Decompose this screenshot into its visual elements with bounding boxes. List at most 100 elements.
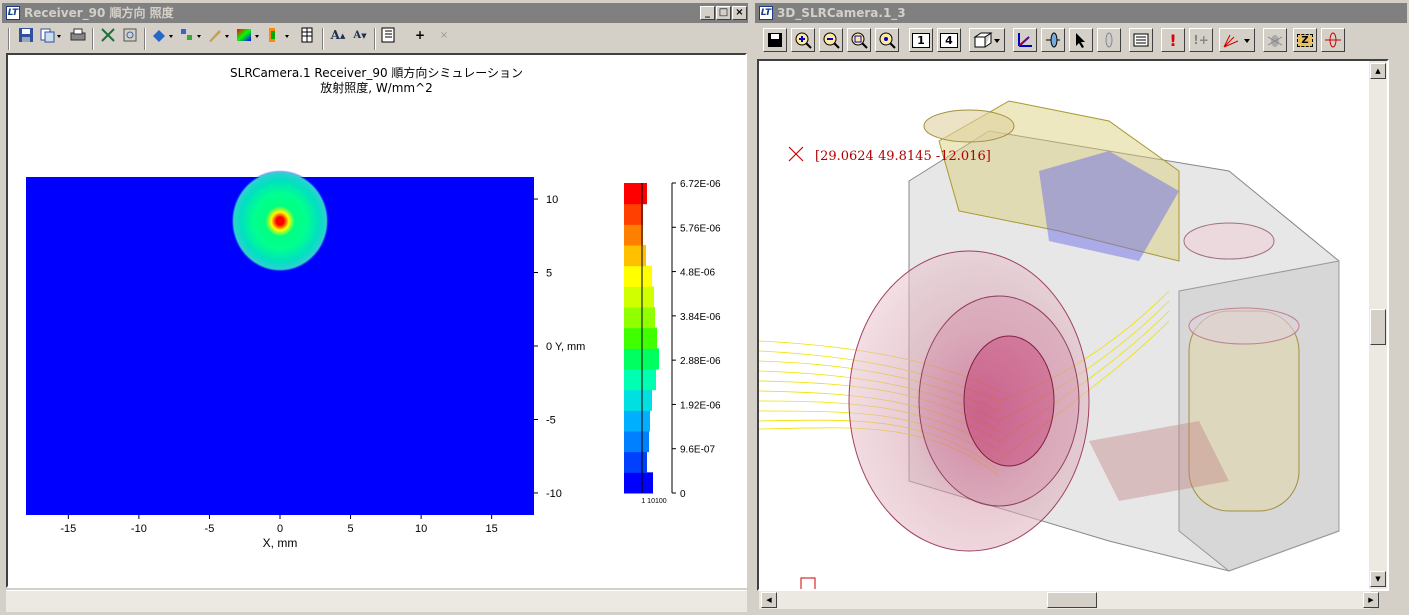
irradiance-window: LT Receiver_90 順方向 照度 _ □ × A ▲ A ▼ + × SL… [0,0,750,615]
contour-icon[interactable] [264,24,292,46]
colorbar-segment [624,203,642,225]
zoom-out-icon[interactable] [819,28,843,52]
histogram-scale-label: 1 10100 [641,498,666,505]
scroll-thumb-horizontal[interactable] [1047,592,1097,608]
zoom-fit-icon[interactable] [875,28,899,52]
histogram-bar [642,451,647,473]
chart-icon[interactable] [178,24,204,46]
pen-icon[interactable] [206,24,232,46]
horizontal-scrollbar[interactable]: ◀ ▶ [759,591,1379,609]
colorbar-tick-label: 9.6E-07 [680,445,715,456]
colorbar-segment [624,265,642,287]
font-decrease-icon[interactable]: A ▼ [350,24,370,46]
title-bar[interactable]: LT 3D_SLRCamera.1_3 [755,3,1407,23]
x-tick-label: -5 [205,523,215,535]
zoom-icon[interactable] [120,24,140,46]
toolbar-separator [92,28,94,50]
exclamation-icon[interactable]: ! [1161,28,1185,52]
histogram-bar [642,307,655,329]
close-small-icon[interactable]: × [436,24,452,46]
vertical-scrollbar[interactable]: ▲ ▼ [1369,61,1387,589]
colorbar-tick-label: 5.76E-06 [680,223,721,234]
color-icon[interactable] [150,24,176,46]
scroll-up-icon[interactable]: ▲ [1370,63,1386,79]
save-icon[interactable] [763,28,787,52]
bug-icon[interactable] [1263,28,1287,52]
histogram-bar [642,431,649,453]
colorbar-segment [624,410,642,432]
scroll-thumb[interactable] [1370,309,1386,345]
colorbar-tick-label: 0 [680,489,686,500]
colorbar-tick-label: 4.8E-06 [680,268,715,279]
y-tick-label: 10 [546,194,558,206]
dim-icon[interactable] [1097,28,1121,52]
histogram-bar [642,183,647,205]
colorbar-tick-label: 3.84E-06 [680,312,721,323]
camera-3d-model [759,100,1340,589]
colorbar-segment [624,348,642,370]
colorbar-segment [624,472,642,494]
view-cube-icon[interactable] [969,28,1005,52]
x-tick-label: -10 [131,523,147,535]
palette-icon[interactable] [234,24,262,46]
flag-icon[interactable]: !+ [1189,28,1213,52]
ray-icon[interactable] [1219,28,1255,52]
print-icon[interactable] [68,24,88,46]
colorbar-segment [624,286,642,308]
zoom-window-icon[interactable] [847,28,871,52]
colorbar-segment [624,183,642,205]
toolbar-separator [322,28,324,50]
app-icon: LT [759,6,773,20]
histogram-bar [642,265,652,287]
copy-icon[interactable] [38,24,64,46]
colorbar-segment [624,327,642,349]
irradiance-heatmap: -15 -10 -5 0 5 10 15 X, mm 10 5 0 Y, mm -5 -10 6.72E-… [26,170,721,550]
zoom-in-icon[interactable] [791,28,815,52]
3d-viewport[interactable]: [29.0624 49.8145 -12.016] ▲ ▼ [757,59,1389,591]
scroll-right-icon[interactable]: ▶ [1363,592,1379,608]
x-axis-label: X, mm [263,536,298,550]
view-1-icon[interactable]: 1 [909,28,933,52]
colorbar-segment [624,389,642,411]
columns-icon[interactable] [296,24,318,46]
save-icon[interactable] [16,24,36,46]
x-tick-label: 5 [347,523,353,535]
plus-icon[interactable]: + [412,24,428,46]
report-icon[interactable] [378,24,398,46]
histogram-bar [642,327,657,349]
zbox-icon[interactable]: Z [1293,28,1317,52]
scroll-left-icon[interactable]: ◀ [761,592,777,608]
minimize-button[interactable]: _ [700,6,715,20]
x-tick-label: 10 [415,523,427,535]
title-bar[interactable]: LT Receiver_90 順方向 照度 _ □ × [2,3,748,23]
coordinate-readout: [29.0624 49.8145 -12.016] [815,149,991,164]
pointer-icon[interactable] [1069,28,1093,52]
toolbar-separator [374,28,376,50]
axes-icon[interactable] [1013,28,1037,52]
histogram-bar [642,348,659,370]
toolbar: 1 4 ! !+ Z [755,24,1407,60]
y-tick-label: 0 Y, mm [546,341,585,353]
histogram-bar [642,389,652,411]
scroll-down-icon[interactable]: ▼ [1370,571,1386,587]
zbox-label: Z [1297,33,1313,47]
toolbar-grip [8,28,10,50]
maximize-button[interactable]: □ [716,6,731,20]
view-4-icon[interactable]: 4 [937,28,961,52]
top-dial-right [1183,222,1275,260]
3d-viewer-window: LT 3D_SLRCamera.1_3 1 4 ! !+ Z [29.0624 … [753,0,1409,615]
irradiance-spot [231,170,329,273]
status-bar [6,590,747,612]
lens-icon[interactable] [1041,28,1065,52]
font-increase-icon[interactable]: A ▲ [328,24,348,46]
histogram-bar [642,369,656,391]
report-icon[interactable] [1129,28,1153,52]
side-cylinder-cap [1188,307,1300,345]
spin-icon[interactable] [1321,28,1345,52]
origin-marker [800,577,816,589]
fit-icon[interactable] [98,24,118,46]
top-dial-left [923,109,1015,143]
close-button[interactable]: × [732,6,747,20]
colorbar-segment [624,431,642,453]
x-tick-label: 15 [486,523,498,535]
